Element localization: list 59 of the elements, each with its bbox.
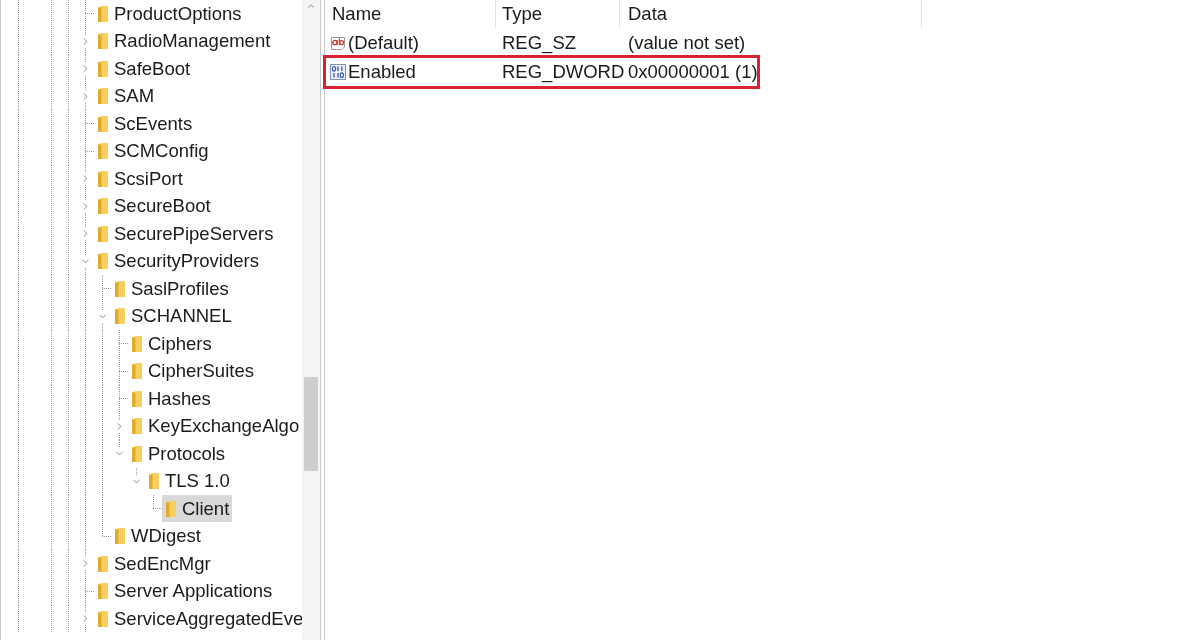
- tree-item[interactable]: SAM: [94, 82, 158, 110]
- tree-item[interactable]: Protocols: [128, 440, 229, 468]
- folder-icon: [98, 115, 108, 132]
- folder-icon: [98, 253, 108, 270]
- folder-icon: [115, 280, 125, 297]
- folder-icon: [132, 418, 142, 435]
- folder-icon: [98, 33, 108, 50]
- tree-item[interactable]: Hashes: [128, 385, 214, 413]
- column-header[interactable]: Data: [620, 0, 922, 28]
- tree-item[interactable]: SedEncMgr: [94, 550, 214, 578]
- column-header[interactable]: Type: [496, 0, 620, 28]
- tree-item[interactable]: SecurePipeServers: [94, 220, 277, 248]
- column-header[interactable]: Name: [325, 0, 496, 28]
- data-cell-text: (value not set): [627, 30, 747, 55]
- folder-icon: [98, 60, 108, 77]
- folder-icon: [98, 225, 108, 242]
- tree-item[interactable]: TLS 1.0: [145, 467, 233, 495]
- data-cell-text: 0x00000001 (1): [627, 59, 759, 84]
- value-name: (Default): [348, 30, 419, 55]
- folder-icon: [98, 583, 108, 600]
- tree-item[interactable]: KeyExchangeAlgo: [128, 412, 302, 440]
- folder-icon: [115, 528, 125, 545]
- folder-icon: [98, 610, 108, 627]
- tree-item[interactable]: SCHANNEL: [111, 302, 235, 330]
- folder-icon: [132, 445, 142, 462]
- folder-icon: [98, 555, 108, 572]
- tree-item[interactable]: ProductOptions: [94, 0, 245, 28]
- tree-item[interactable]: Server Applications: [94, 577, 276, 605]
- value-name: Enabled: [348, 59, 416, 84]
- folder-icon: [132, 390, 142, 407]
- tree-item[interactable]: Ciphers: [128, 330, 215, 358]
- folder-icon: [132, 363, 142, 380]
- tree-item[interactable]: SecurityProviders: [94, 247, 262, 275]
- folder-icon: [132, 335, 142, 352]
- folder-icon: [115, 308, 125, 325]
- tree-item[interactable]: SCMConfig: [94, 137, 212, 165]
- folder-icon: [166, 500, 176, 517]
- folder-icon: [98, 198, 108, 215]
- folder-icon: [98, 143, 108, 160]
- type-cell-text: REG_SZ: [501, 30, 578, 56]
- tree-item[interactable]: ScEvents: [94, 110, 196, 138]
- tree-item[interactable]: WDigest: [111, 522, 204, 550]
- tree-item[interactable]: RadioManagement: [94, 27, 274, 55]
- tree-item[interactable]: ScsiPort: [94, 165, 186, 193]
- tree-item[interactable]: SaslProfiles: [111, 275, 232, 303]
- folder-icon: [98, 5, 108, 22]
- folder-icon: [98, 170, 108, 187]
- string-value-icon: [330, 34, 346, 51]
- folder-icon: [98, 88, 108, 105]
- binary-value-icon: [330, 63, 346, 80]
- scroll-up-icon[interactable]: [306, 1, 316, 11]
- tree-item[interactable]: ServiceAggregatedEve: [94, 605, 302, 633]
- scrollbar[interactable]: [302, 0, 320, 640]
- tree-item[interactable]: CipherSuites: [128, 357, 257, 385]
- tree-item[interactable]: SafeBoot: [94, 55, 194, 83]
- folder-icon: [149, 473, 159, 490]
- tree-item[interactable]: SecureBoot: [94, 192, 214, 220]
- tree-item[interactable]: Client: [162, 495, 233, 523]
- scroll-thumb[interactable]: [304, 377, 318, 471]
